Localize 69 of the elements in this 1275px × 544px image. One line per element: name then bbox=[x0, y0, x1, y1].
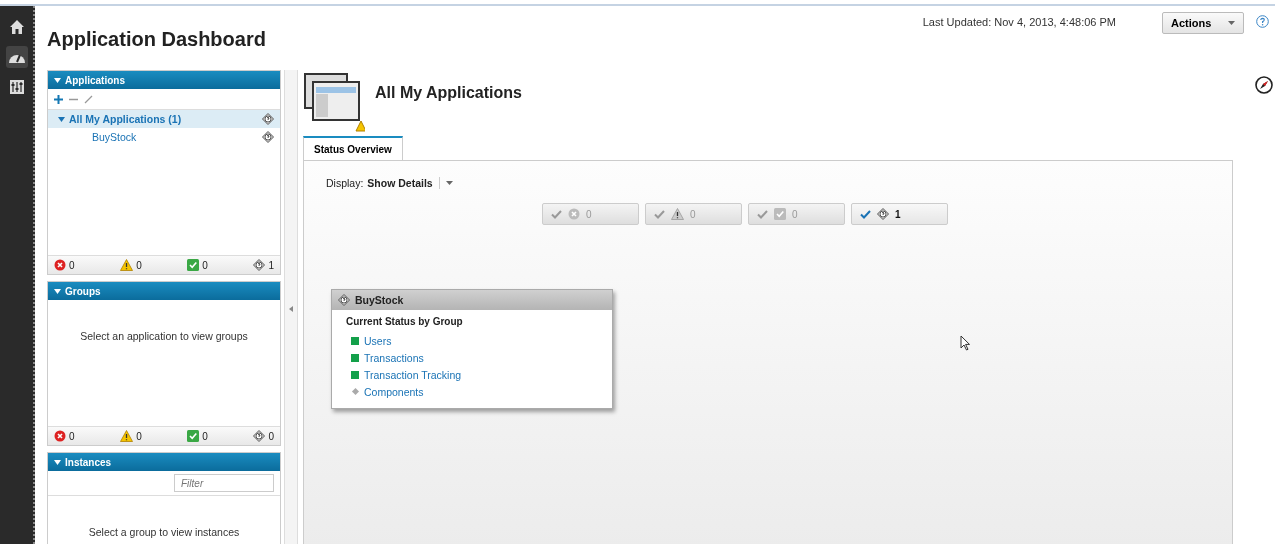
add-icon[interactable] bbox=[54, 94, 63, 104]
unknown-icon bbox=[877, 208, 889, 220]
sliders-icon bbox=[8, 79, 25, 95]
ok-icon bbox=[187, 430, 200, 442]
check-icon bbox=[654, 209, 665, 219]
nav-button[interactable] bbox=[5, 46, 28, 68]
status-count: 0 bbox=[202, 430, 208, 442]
unknown-icon bbox=[262, 113, 274, 125]
status-filter-toggle[interactable]: 1 bbox=[851, 203, 948, 225]
tree-item[interactable]: All My Applications (1) bbox=[48, 110, 280, 128]
warning-icon bbox=[120, 430, 134, 442]
group-link[interactable]: Transaction Tracking bbox=[364, 368, 462, 381]
unknown-icon bbox=[338, 294, 350, 306]
status-square-icon bbox=[351, 353, 359, 362]
tree-label: BuyStock bbox=[92, 131, 137, 143]
display-value[interactable]: Show Details bbox=[367, 177, 433, 189]
card-subtitle: Current Status by Group bbox=[346, 316, 464, 327]
status-square-icon bbox=[351, 370, 359, 379]
filter-field[interactable]: Filter bbox=[174, 474, 274, 492]
status-square-icon bbox=[351, 336, 359, 345]
error-icon bbox=[568, 208, 580, 220]
home-icon bbox=[8, 19, 25, 35]
pointer-icon bbox=[960, 335, 970, 351]
empty-message: Select a group to view instances bbox=[87, 525, 241, 538]
panel-title: Groups bbox=[65, 285, 101, 297]
panel-header[interactable]: Instances bbox=[48, 453, 280, 471]
caret-icon[interactable] bbox=[445, 181, 453, 185]
check-icon bbox=[757, 209, 768, 219]
panel-header[interactable]: Applications bbox=[48, 71, 280, 89]
status-count: 0 bbox=[136, 259, 142, 271]
empty-message: Select an application to view groups bbox=[79, 329, 249, 342]
status-count: 0 bbox=[69, 430, 75, 442]
actions-dropdown[interactable]: Actions bbox=[1162, 12, 1244, 34]
ok-icon bbox=[187, 259, 200, 271]
windows-icon bbox=[303, 72, 365, 134]
group-link[interactable]: Transactions bbox=[364, 351, 424, 364]
group-link[interactable]: Users bbox=[364, 334, 392, 347]
panel-header[interactable]: Groups bbox=[48, 282, 280, 300]
error-icon bbox=[54, 430, 66, 442]
status-count: 1 bbox=[268, 259, 274, 271]
status-count: 0 bbox=[268, 430, 274, 442]
display-label: Display: bbox=[326, 177, 364, 189]
unknown-icon bbox=[253, 430, 266, 442]
status-count: 0 bbox=[136, 430, 142, 442]
warning-icon bbox=[120, 259, 134, 271]
check-icon bbox=[551, 209, 562, 219]
caret-icon bbox=[1228, 21, 1235, 25]
panel-title: Instances bbox=[65, 456, 112, 468]
section-title: All My Applications bbox=[375, 84, 522, 102]
edit-icon[interactable] bbox=[84, 94, 93, 104]
tab[interactable]: Status Overview bbox=[303, 136, 403, 160]
warning-icon bbox=[671, 208, 684, 220]
unknown-icon bbox=[262, 131, 274, 143]
page-title: Application Dashboard bbox=[47, 28, 267, 52]
card-title: BuyStock bbox=[355, 294, 404, 306]
tree-item[interactable]: BuyStock bbox=[48, 128, 280, 146]
group-link[interactable]: Components bbox=[364, 385, 424, 398]
ok-icon bbox=[774, 208, 786, 220]
status-count: 0 bbox=[69, 259, 75, 271]
last-updated: Last Updated: Nov 4, 2013, 4:48:06 PM bbox=[922, 16, 1116, 30]
collapse-icon[interactable] bbox=[289, 306, 293, 312]
unknown-icon bbox=[253, 259, 266, 271]
panel-title: Applications bbox=[65, 74, 125, 86]
error-icon bbox=[54, 259, 66, 271]
check-icon bbox=[860, 209, 871, 219]
help-icon[interactable] bbox=[1256, 15, 1269, 28]
status-count: 0 bbox=[202, 259, 208, 271]
compass-icon[interactable] bbox=[1255, 76, 1273, 94]
tree-label: All My Applications (1) bbox=[69, 113, 182, 125]
